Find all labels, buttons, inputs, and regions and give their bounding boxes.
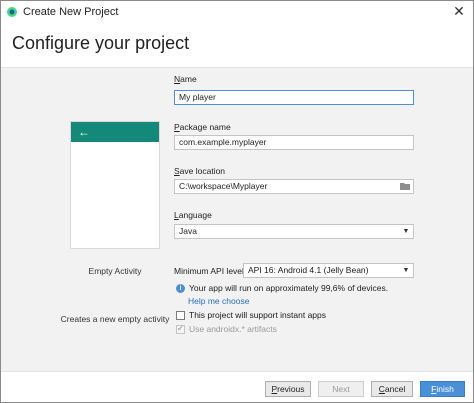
language-select[interactable]: Java ▼ (174, 224, 414, 239)
next-button: Next (318, 381, 364, 397)
button-bar: Previous Next Cancel Finish (1, 372, 473, 402)
save-location-label: Save location (174, 166, 226, 176)
language-label: Language (174, 210, 212, 220)
template-description: Creates a new empty activity (60, 314, 170, 324)
template-name: Empty Activity (88, 266, 142, 276)
preview-app-bar: ← (71, 122, 159, 142)
main-content: ← Empty Activity Creates a new empty act… (1, 68, 473, 371)
androidx-checkbox: ✔ (176, 323, 185, 334)
min-api-select[interactable]: API 16: Android 4.1 (Jelly Bean) ▼ (243, 263, 414, 278)
androidx-label: Use androidx.* artifacts (189, 324, 277, 334)
window-title: Create New Project (23, 5, 119, 18)
name-input[interactable]: My player (174, 90, 414, 105)
template-preview: ← (70, 121, 160, 249)
instant-apps-option[interactable]: This project will support instant apps (176, 310, 326, 320)
folder-icon[interactable] (400, 182, 410, 190)
instant-apps-label: This project will support instant apps (189, 310, 327, 320)
checkmark-icon: ✔ (177, 323, 184, 333)
package-name-input[interactable]: com.example.myplayer (174, 135, 414, 150)
back-arrow-icon: ← (78, 125, 90, 139)
min-api-label: Minimum API level (174, 266, 244, 276)
androidx-option: ✔ Use androidx.* artifacts (176, 324, 277, 334)
api-coverage-info: i Your app will run on approximately 99,… (176, 283, 388, 293)
page-header: Configure your project (1, 22, 473, 67)
instant-apps-checkbox[interactable] (176, 310, 185, 320)
close-icon[interactable]: ✕ (451, 3, 467, 19)
chevron-down-icon: ▼ (402, 228, 410, 235)
page-title: Configure your project (12, 33, 190, 53)
save-location-input[interactable]: C:\workspace\Myplayer (174, 179, 414, 194)
previous-button[interactable]: Previous (265, 381, 311, 397)
cancel-button[interactable]: Cancel (371, 381, 413, 397)
create-project-window: Create New Project ✕ Configure your proj… (0, 0, 474, 403)
package-name-label: Package name (174, 122, 231, 132)
api-coverage-text: Your app will run on approximately 99,6%… (189, 283, 389, 293)
name-label: Name (174, 74, 197, 84)
finish-button[interactable]: Finish (420, 381, 465, 397)
chevron-down-icon: ▼ (402, 267, 410, 274)
title-bar: Create New Project ✕ (1, 1, 473, 22)
info-icon: i (176, 283, 185, 293)
help-me-choose-link[interactable]: Help me choose (188, 296, 249, 306)
android-studio-icon (7, 6, 17, 17)
